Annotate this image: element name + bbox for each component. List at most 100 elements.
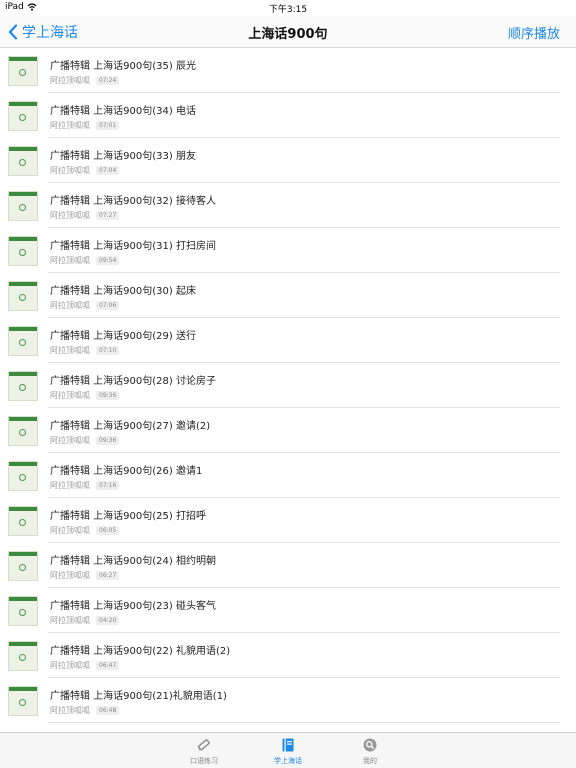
episode-meta: 阿拉顶呱呱 07:06 xyxy=(50,300,120,311)
duration-badge: 06:47 xyxy=(96,661,120,670)
list-item[interactable]: 广播特辑 上海话900句(31) 打扫房间 阿拉顶呱呱 09:54 xyxy=(0,228,576,273)
episode-meta: 阿拉顶呱呱 07:27 xyxy=(50,210,120,221)
duration-badge: 09:36 xyxy=(96,436,120,445)
list-item[interactable]: 广播特辑 上海话900句(25) 打招呼 阿拉顶呱呱 06:05 xyxy=(0,498,576,543)
episode-title: 广播特辑 上海话900句(21)礼貌用语(1) xyxy=(50,691,227,702)
tab-label: 我的 xyxy=(363,757,377,765)
episode-meta: 阿拉顶呱呱 06:27 xyxy=(50,570,120,581)
tab-learn-shanghainese[interactable]: 学上海话 xyxy=(258,737,318,766)
thumbnail-header-bar xyxy=(9,102,37,106)
list-item[interactable]: 广播特辑 上海话900句(32) 接待客人 阿拉顶呱呱 07:27 xyxy=(0,183,576,228)
list-item[interactable]: 广播特辑 上海话900句(26) 邀请1 阿拉顶呱呱 07:16 xyxy=(0,453,576,498)
thumbnail-header-bar xyxy=(9,192,37,196)
episode-title: 广播特辑 上海话900句(22) 礼貌用语(2) xyxy=(50,646,231,657)
navigation-bar: 学上海话 上海话900句 顺序播放 xyxy=(0,16,576,48)
thumbnail-header-bar xyxy=(9,57,37,61)
list-item[interactable]: 广播特辑 上海话900句(28) 讨论房子 阿拉顶呱呱 09:36 xyxy=(0,363,576,408)
back-button[interactable]: 学上海话 xyxy=(8,22,78,42)
duration-badge: 04:20 xyxy=(96,616,120,625)
list-item[interactable]: 广播特辑 上海话900句(33) 朋友 阿拉顶呱呱 07:04 xyxy=(0,138,576,183)
episode-author: 阿拉顶呱呱 xyxy=(50,391,90,400)
episode-title: 广播特辑 上海话900句(28) 讨论房子 xyxy=(50,376,216,387)
logo-icon xyxy=(19,159,26,166)
episode-author: 阿拉顶呱呱 xyxy=(50,571,90,580)
book-icon xyxy=(282,738,294,752)
episode-thumbnail xyxy=(8,506,38,536)
episode-thumbnail xyxy=(8,416,38,446)
duration-badge: 07:16 xyxy=(96,481,120,490)
episode-author: 阿拉顶呱呱 xyxy=(50,76,90,85)
tab-mine[interactable]: 我的 xyxy=(340,737,400,766)
episode-thumbnail xyxy=(8,641,38,671)
status-time: 下午3:15 xyxy=(268,5,308,15)
list-item[interactable]: 广播特辑 上海话900句(30) 起床 阿拉顶呱呱 07:06 xyxy=(0,273,576,318)
episode-thumbnail xyxy=(8,281,38,311)
episode-meta: 阿拉顶呱呱 07:24 xyxy=(50,75,120,86)
episode-title: 广播特辑 上海话900句(27) 邀请(2) xyxy=(50,421,211,432)
back-button-label: 学上海话 xyxy=(22,25,78,41)
thumbnail-header-bar xyxy=(9,327,37,331)
duration-badge: 06:27 xyxy=(96,571,120,580)
duration-badge: 09:36 xyxy=(96,391,120,400)
logo-icon xyxy=(19,429,26,436)
list-item[interactable]: 广播特辑 上海话900句(29) 送行 阿拉顶呱呱 07:10 xyxy=(0,318,576,363)
episode-title: 广播特辑 上海话900句(31) 打扫房间 xyxy=(50,241,216,252)
list-item[interactable]: 广播特辑 上海话900句(27) 邀请(2) 阿拉顶呱呱 09:36 xyxy=(0,408,576,453)
profile-icon xyxy=(363,738,377,752)
list-item[interactable]: 广播特辑 上海话900句(34) 电话 阿拉顶呱呱 07:01 xyxy=(0,93,576,138)
tab-label: 口语练习 xyxy=(190,757,218,765)
episode-author: 阿拉顶呱呱 xyxy=(50,121,90,130)
duration-badge: 06:05 xyxy=(96,526,120,535)
episode-meta: 阿拉顶呱呱 07:16 xyxy=(50,480,120,491)
episode-title: 广播特辑 上海话900句(25) 打招呼 xyxy=(50,511,206,522)
duration-badge: 07:04 xyxy=(96,166,120,175)
list-item[interactable]: 广播特辑 上海话900句(22) 礼貌用语(2) 阿拉顶呱呱 06:47 xyxy=(0,633,576,678)
thumbnail-header-bar xyxy=(9,147,37,151)
duration-badge: 07:06 xyxy=(96,301,120,310)
episode-title: 广播特辑 上海话900句(23) 碰头客气 xyxy=(50,601,216,612)
episode-thumbnail xyxy=(8,326,38,356)
logo-icon xyxy=(19,339,26,346)
episode-thumbnail xyxy=(8,371,38,401)
thumbnail-header-bar xyxy=(9,282,37,286)
episode-title: 广播特辑 上海话900句(26) 邀请1 xyxy=(50,466,203,477)
episode-title: 广播特辑 上海话900句(34) 电话 xyxy=(50,106,196,117)
logo-icon xyxy=(19,519,26,526)
episode-author: 阿拉顶呱呱 xyxy=(50,256,90,265)
tab-bar: 口语练习 学上海话 我的 xyxy=(0,732,576,768)
thumbnail-header-bar xyxy=(9,687,37,691)
episode-thumbnail xyxy=(8,56,38,86)
pencil-icon xyxy=(197,739,210,751)
status-bar: iPad 下午3:15 xyxy=(0,0,576,16)
episode-author: 阿拉顶呱呱 xyxy=(50,481,90,490)
episode-meta: 阿拉顶呱呱 06:48 xyxy=(50,705,120,716)
sequential-play-button[interactable]: 顺序播放 xyxy=(508,23,560,42)
list-item[interactable]: 广播特辑 上海话900句(35) 辰光 阿拉顶呱呱 07:24 xyxy=(0,48,576,93)
episode-author: 阿拉顶呱呱 xyxy=(50,211,90,220)
list-item[interactable]: 广播特辑 上海话900句(21)礼貌用语(1) 阿拉顶呱呱 06:48 xyxy=(0,678,576,723)
logo-icon xyxy=(19,609,26,616)
episode-title: 广播特辑 上海话900句(30) 起床 xyxy=(50,286,196,297)
logo-icon xyxy=(19,699,26,706)
episode-thumbnail xyxy=(8,236,38,266)
episode-thumbnail xyxy=(8,596,38,626)
episode-author: 阿拉顶呱呱 xyxy=(50,346,90,355)
episode-author: 阿拉顶呱呱 xyxy=(50,706,90,715)
episode-thumbnail xyxy=(8,146,38,176)
tab-label: 学上海话 xyxy=(274,757,302,765)
episode-author: 阿拉顶呱呱 xyxy=(50,436,90,445)
thumbnail-header-bar xyxy=(9,597,37,601)
list-item[interactable]: 广播特辑 上海话900句(23) 碰头客气 阿拉顶呱呱 04:20 xyxy=(0,588,576,633)
episode-list[interactable]: 广播特辑 上海话900句(35) 辰光 阿拉顶呱呱 07:24 广播特辑 上海话900… xyxy=(0,48,576,732)
logo-icon xyxy=(19,564,26,571)
episode-title: 广播特辑 上海话900句(24) 相约明朝 xyxy=(50,556,216,567)
thumbnail-header-bar xyxy=(9,642,37,646)
tab-oral-practice[interactable]: 口语练习 xyxy=(174,737,234,766)
episode-title: 广播特辑 上海话900句(29) 送行 xyxy=(50,331,196,342)
chevron-left-icon xyxy=(8,24,18,40)
episode-thumbnail xyxy=(8,686,38,716)
list-item[interactable]: 广播特辑 上海话900句(24) 相约明朝 阿拉顶呱呱 06:27 xyxy=(0,543,576,588)
duration-badge: 07:27 xyxy=(96,211,120,220)
episode-title: 广播特辑 上海话900句(32) 接待客人 xyxy=(50,196,216,207)
duration-badge: 07:01 xyxy=(96,121,120,130)
